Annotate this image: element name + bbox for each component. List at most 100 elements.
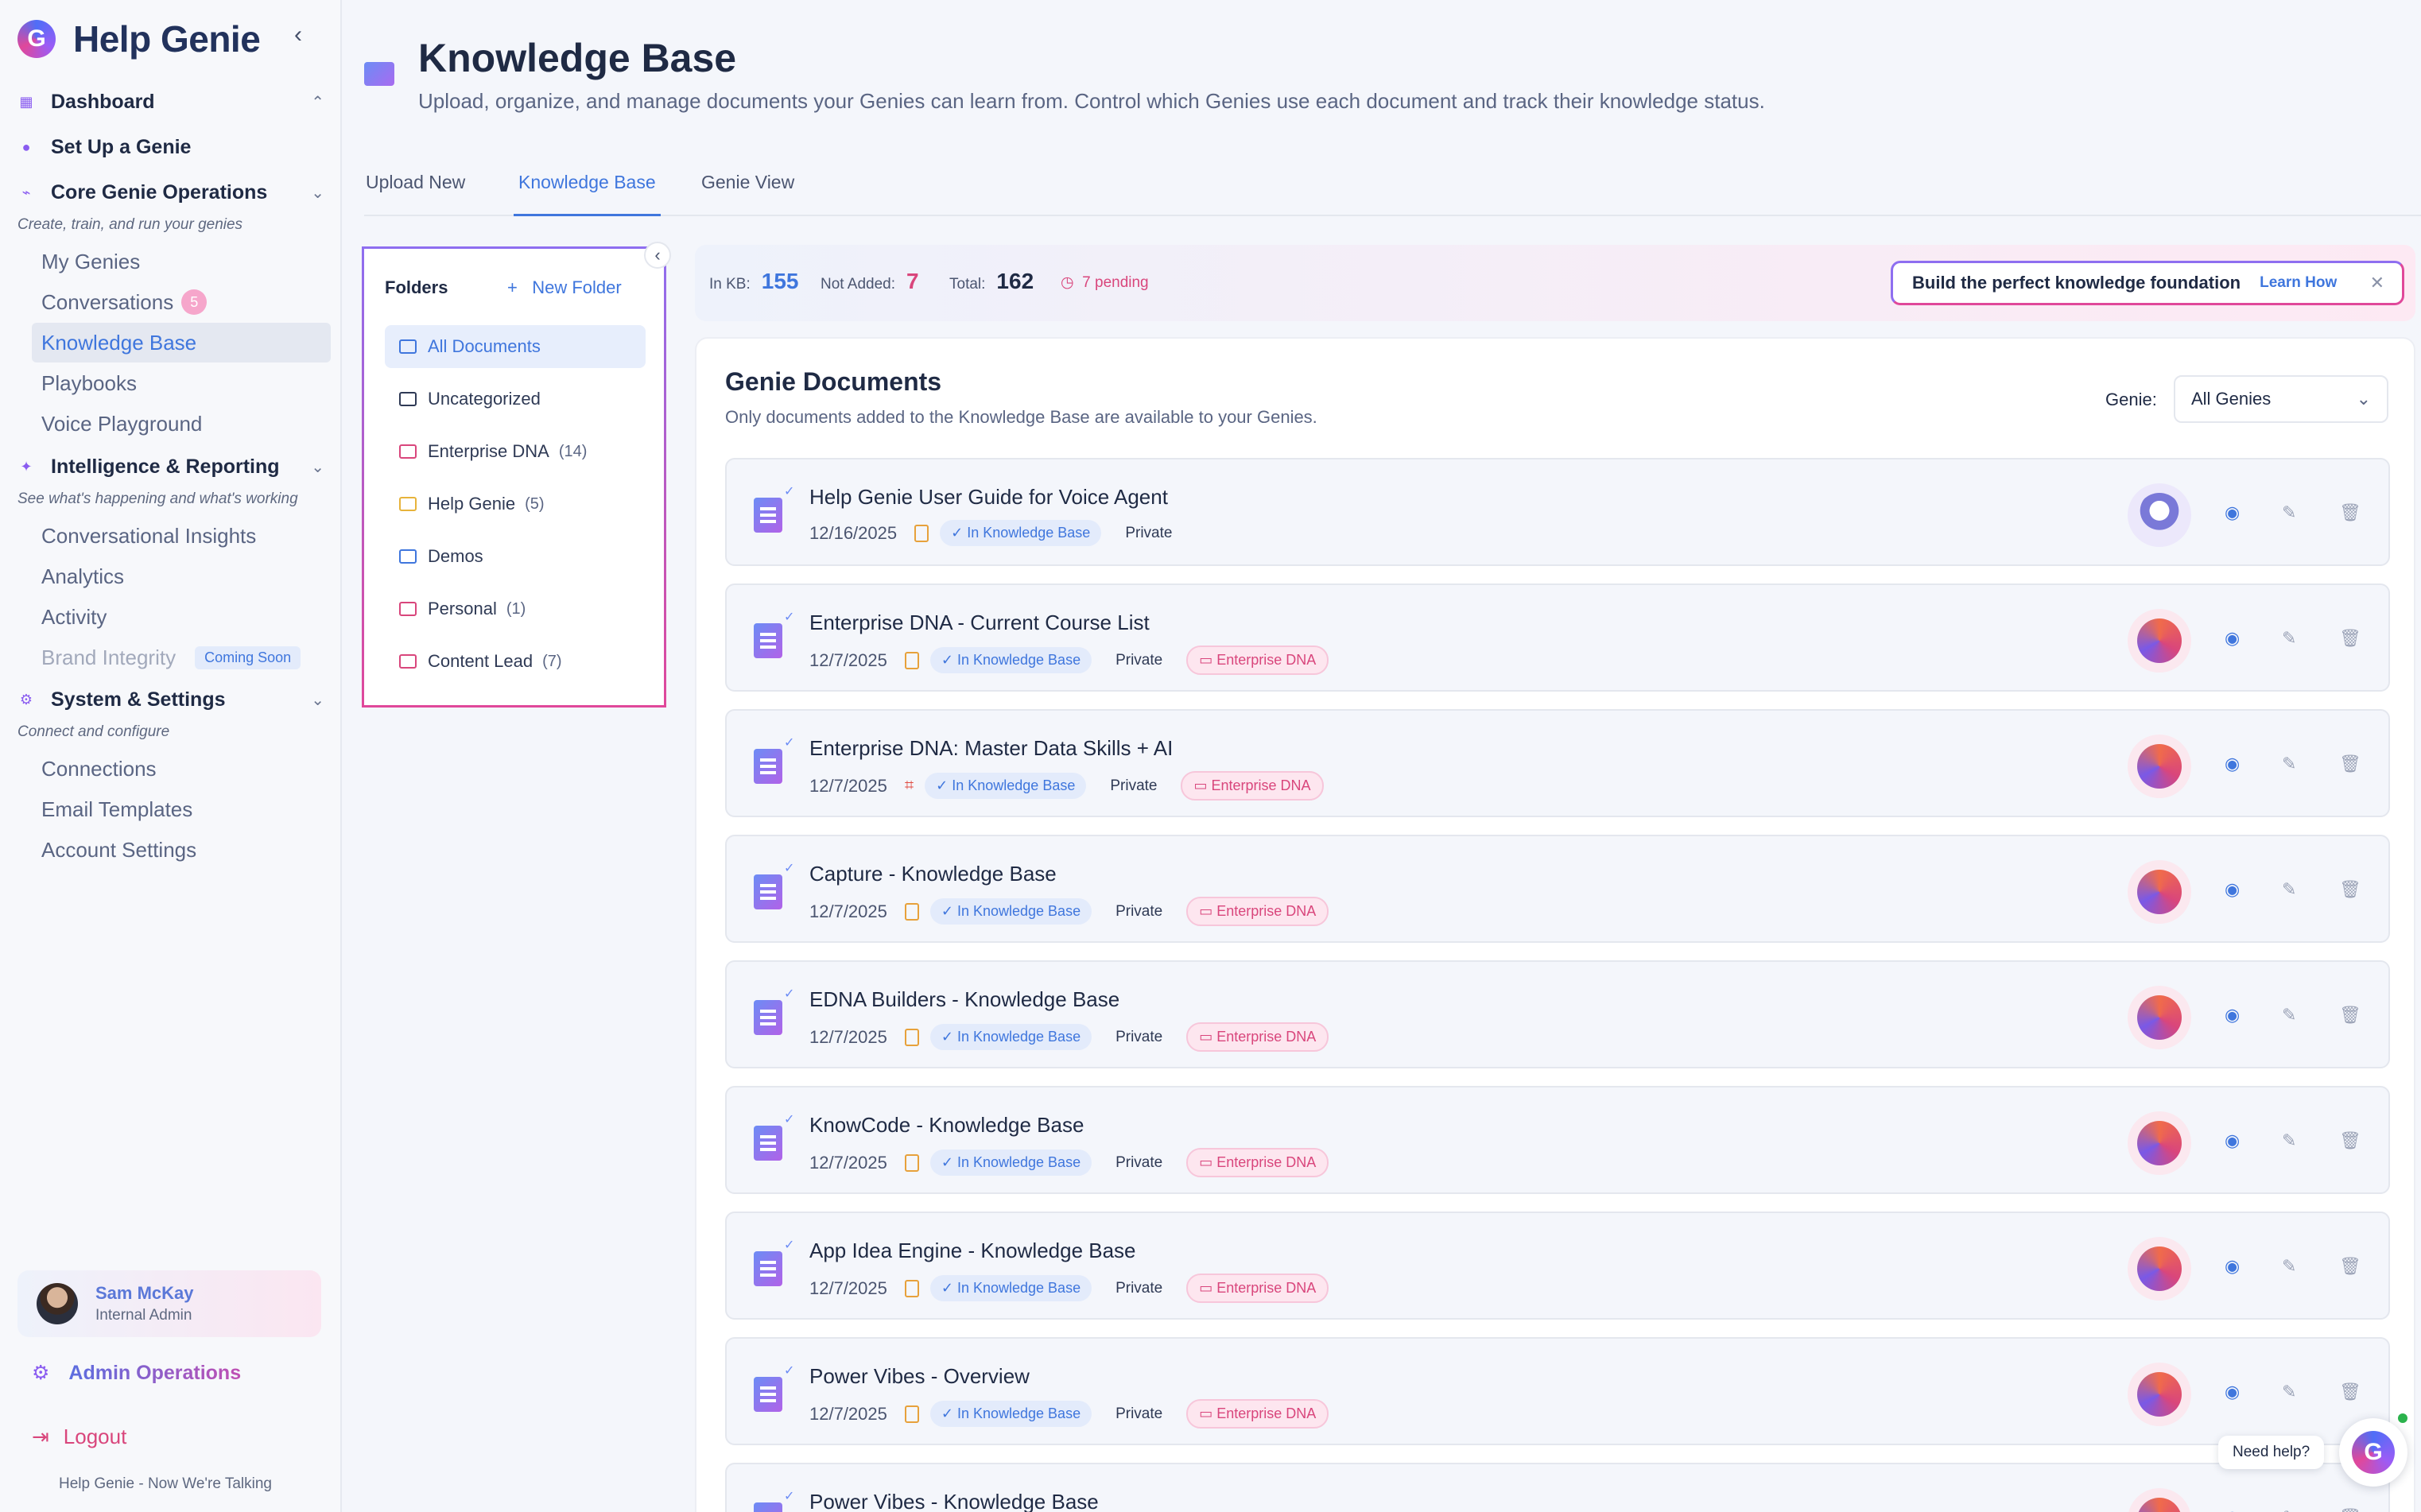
trash-icon[interactable]: 🗑 bbox=[2339, 1005, 2361, 1025]
document-title[interactable]: Enterprise DNA - Current Course List bbox=[809, 611, 1150, 635]
genie-avatar[interactable] bbox=[2128, 483, 2191, 547]
document-meta: 12/7/2025 ✓ In Knowledge Base Private ▭ Ent… bbox=[809, 1399, 1329, 1429]
sidebar-item-analytics[interactable]: Analytics bbox=[32, 556, 331, 596]
pencil-icon[interactable]: ✎ bbox=[2282, 1382, 2296, 1402]
pencil-icon[interactable]: ✎ bbox=[2282, 1130, 2296, 1151]
new-folder-button[interactable]: + New Folder bbox=[507, 277, 622, 298]
document-title[interactable]: Enterprise DNA: Master Data Skills + AI bbox=[809, 736, 1173, 761]
genie-filter-select[interactable]: All Genies ⌄ bbox=[2174, 375, 2388, 423]
trash-icon[interactable]: 🗑 bbox=[2339, 1382, 2361, 1402]
collapse-sidebar-icon[interactable]: ‹ bbox=[294, 23, 313, 47]
folder-content-lead[interactable]: Content Lead (7) bbox=[385, 640, 646, 683]
trash-icon[interactable]: 🗑 bbox=[2339, 1130, 2361, 1151]
document-title[interactable]: EDNA Builders - Knowledge Base bbox=[809, 987, 1119, 1012]
eye-icon[interactable]: ◉ bbox=[2225, 1507, 2240, 1512]
folder-demos[interactable]: Demos bbox=[385, 535, 646, 578]
nav-setup-genie[interactable]: ● Set Up a Genie bbox=[17, 130, 324, 165]
chevron-up-icon[interactable]: ⌃ bbox=[311, 92, 324, 112]
document-row[interactable]: ✓ EDNA Builders - Knowledge Base 12/7/2025… bbox=[725, 960, 2390, 1068]
document-row[interactable]: ✓ KnowCode - Knowledge Base 12/7/2025 ✓ In … bbox=[725, 1086, 2390, 1194]
tab-knowledge-base[interactable]: Knowledge Base bbox=[514, 172, 661, 216]
folder-enterprise-dna[interactable]: Enterprise DNA (14) bbox=[385, 430, 646, 473]
eye-icon[interactable]: ◉ bbox=[2225, 1382, 2240, 1402]
eye-icon[interactable]: ◉ bbox=[2225, 502, 2240, 523]
genie-avatar[interactable] bbox=[2128, 1363, 2191, 1426]
pencil-icon[interactable]: ✎ bbox=[2282, 1005, 2296, 1025]
documents-panel: Genie Documents Only documents added to … bbox=[695, 337, 2415, 1512]
genie-avatar[interactable] bbox=[2128, 986, 2191, 1049]
sidebar-item-conversational-insights[interactable]: Conversational Insights bbox=[32, 516, 331, 556]
document-row[interactable]: ✓ Power Vibes - Knowledge Base ◉ ✎ 🗑 bbox=[725, 1463, 2390, 1512]
eye-icon[interactable]: ◉ bbox=[2225, 1256, 2240, 1277]
collapse-folders-icon[interactable]: ‹ bbox=[644, 242, 671, 269]
pencil-icon[interactable]: ✎ bbox=[2282, 754, 2296, 774]
genie-avatar[interactable] bbox=[2128, 1111, 2191, 1175]
document-row[interactable]: ✓ App Idea Engine - Knowledge Base 12/7/20… bbox=[725, 1212, 2390, 1320]
document-title[interactable]: KnowCode - Knowledge Base bbox=[809, 1113, 1084, 1138]
document-title[interactable]: App Idea Engine - Knowledge Base bbox=[809, 1239, 1136, 1263]
trash-icon[interactable]: 🗑 bbox=[2339, 1256, 2361, 1277]
document-title[interactable]: Power Vibes - Knowledge Base bbox=[809, 1490, 1099, 1512]
pencil-icon[interactable]: ✎ bbox=[2282, 1256, 2296, 1277]
sidebar-item-knowledge-base[interactable]: Knowledge Base bbox=[32, 323, 331, 362]
sidebar-item-email-templates[interactable]: Email Templates bbox=[32, 789, 331, 829]
document-row[interactable]: ✓ Enterprise DNA - Current Course List 12/… bbox=[725, 583, 2390, 692]
user-card[interactable]: Sam McKay Internal Admin bbox=[17, 1270, 321, 1337]
nav-intelligence-reporting[interactable]: ✦ Intelligence & Reporting ⌄ bbox=[17, 449, 324, 484]
sidebar-item-account-settings[interactable]: Account Settings bbox=[32, 830, 331, 870]
genie-avatar[interactable] bbox=[2128, 860, 2191, 924]
folder-uncategorized[interactable]: Uncategorized bbox=[385, 378, 646, 421]
learn-how-link[interactable]: Learn How bbox=[2260, 274, 2337, 292]
document-row[interactable]: ✓ Capture - Knowledge Base 12/7/2025 ✓ In K… bbox=[725, 835, 2390, 943]
pencil-icon[interactable]: ✎ bbox=[2282, 879, 2296, 900]
sidebar-item-voice-playground[interactable]: Voice Playground bbox=[32, 404, 331, 444]
sidebar-item-my-genies[interactable]: My Genies bbox=[32, 242, 331, 281]
nav-dashboard[interactable]: ▦ Dashboard ⌃ bbox=[17, 84, 324, 119]
chevron-down-icon[interactable]: ⌄ bbox=[311, 690, 324, 710]
trash-icon[interactable]: 🗑 bbox=[2339, 1507, 2361, 1512]
chevron-down-icon[interactable]: ⌄ bbox=[311, 457, 324, 477]
trash-icon[interactable]: 🗑 bbox=[2339, 502, 2361, 523]
eye-icon[interactable]: ◉ bbox=[2225, 879, 2240, 900]
document-title[interactable]: Help Genie User Guide for Voice Agent bbox=[809, 485, 1168, 510]
document-row[interactable]: ✓ Help Genie User Guide for Voice Agent 12… bbox=[725, 458, 2390, 566]
trash-icon[interactable]: 🗑 bbox=[2339, 628, 2361, 649]
pencil-icon[interactable]: ✎ bbox=[2282, 502, 2296, 523]
trash-icon[interactable]: 🗑 bbox=[2339, 754, 2361, 774]
eye-icon[interactable]: ◉ bbox=[2225, 1130, 2240, 1151]
sidebar-item-playbooks[interactable]: Playbooks bbox=[32, 363, 331, 403]
chevron-down-icon[interactable]: ⌄ bbox=[311, 183, 324, 203]
genie-avatar[interactable] bbox=[2128, 1488, 2191, 1512]
eye-icon[interactable]: ◉ bbox=[2225, 1005, 2240, 1025]
sidebar-item-connections[interactable]: Connections bbox=[32, 749, 331, 789]
sidebar-item-activity[interactable]: Activity bbox=[32, 597, 331, 637]
genie-avatar[interactable] bbox=[2128, 609, 2191, 673]
pencil-icon[interactable]: ✎ bbox=[2282, 628, 2296, 649]
folder-label: Personal bbox=[428, 599, 497, 618]
genie-avatar[interactable] bbox=[2128, 1237, 2191, 1301]
document-title[interactable]: Power Vibes - Overview bbox=[809, 1364, 1030, 1389]
document-title[interactable]: Capture - Knowledge Base bbox=[809, 862, 1057, 886]
eye-icon[interactable]: ◉ bbox=[2225, 628, 2240, 649]
folder-help-genie[interactable]: Help Genie (5) bbox=[385, 483, 646, 525]
pencil-icon[interactable]: ✎ bbox=[2282, 1507, 2296, 1512]
document-icon bbox=[754, 1126, 782, 1161]
admin-operations-link[interactable]: ⚙ Admin Operations bbox=[32, 1361, 241, 1385]
eye-icon[interactable]: ◉ bbox=[2225, 754, 2240, 774]
tab-upload-new[interactable]: Upload New bbox=[366, 172, 465, 216]
nav-system-settings[interactable]: ⚙ System & Settings ⌄ bbox=[17, 682, 324, 717]
folder-personal[interactable]: Personal (1) bbox=[385, 587, 646, 630]
close-icon[interactable]: ✕ bbox=[2370, 273, 2384, 293]
trash-icon[interactable]: 🗑 bbox=[2339, 879, 2361, 900]
sidebar-item-conversations[interactable]: Conversations 5 bbox=[32, 282, 331, 322]
document-row[interactable]: ✓ Enterprise DNA: Master Data Skills + AI… bbox=[725, 709, 2390, 817]
help-genie-logo-icon: G bbox=[2352, 1431, 2395, 1474]
folder-all-documents[interactable]: All Documents bbox=[385, 325, 646, 368]
help-chat-button[interactable]: G bbox=[2339, 1418, 2407, 1487]
document-row[interactable]: ✓ Power Vibes - Overview 12/7/2025 ✓ In Kno… bbox=[725, 1337, 2390, 1445]
genie-avatar[interactable] bbox=[2128, 735, 2191, 798]
nav-core-genie-operations[interactable]: ⌁ Core Genie Operations ⌄ bbox=[17, 175, 324, 210]
brand[interactable]: G Help Genie bbox=[17, 17, 261, 60]
tab-genie-view[interactable]: Genie View bbox=[701, 172, 794, 216]
logout-button[interactable]: ⇥ Logout bbox=[32, 1425, 126, 1449]
